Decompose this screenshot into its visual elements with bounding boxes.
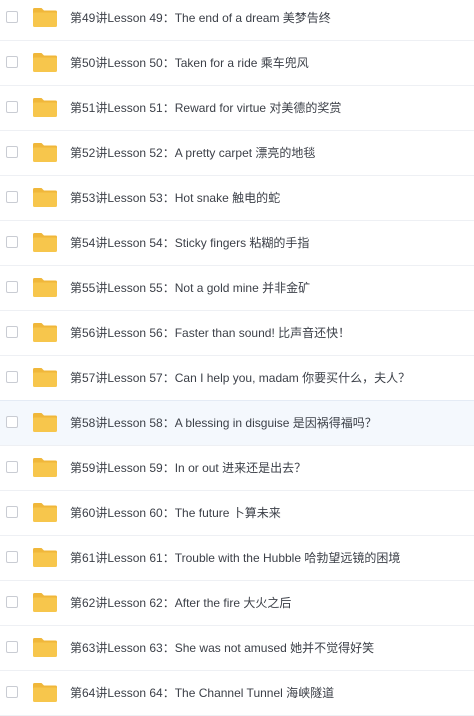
row-checkbox[interactable]: [6, 416, 18, 428]
row-checkbox[interactable]: [6, 371, 18, 383]
folder-name[interactable]: 第60讲Lesson 60：The future 卜算未来: [70, 505, 281, 521]
folder-icon[interactable]: [32, 681, 58, 703]
folder-icon[interactable]: [32, 636, 58, 658]
folder-icon[interactable]: [32, 501, 58, 523]
list-item[interactable]: 第55讲Lesson 55：Not a gold mine 并非金矿: [0, 266, 474, 311]
row-checkbox[interactable]: [6, 236, 18, 248]
folder-name[interactable]: 第50讲Lesson 50：Taken for a ride 乘车兜风: [70, 55, 309, 71]
list-item[interactable]: 第54讲Lesson 54：Sticky fingers 粘糊的手指: [0, 221, 474, 266]
folder-name[interactable]: 第62讲Lesson 62：After the fire 大火之后: [70, 595, 291, 611]
folder-name[interactable]: 第51讲Lesson 51：Reward for virtue 对美德的奖赏: [70, 100, 341, 116]
folder-icon[interactable]: [32, 546, 58, 568]
folder-name[interactable]: 第52讲Lesson 52：A pretty carpet 漂亮的地毯: [70, 145, 315, 161]
folder-icon[interactable]: [32, 411, 58, 433]
folder-name[interactable]: 第55讲Lesson 55：Not a gold mine 并非金矿: [70, 280, 310, 296]
list-item[interactable]: 第59讲Lesson 59：In or out 进来还是出去？: [0, 446, 474, 491]
folder-icon[interactable]: [32, 96, 58, 118]
folder-icon[interactable]: [32, 276, 58, 298]
list-item[interactable]: 第56讲Lesson 56：Faster than sound! 比声音还快！: [0, 311, 474, 356]
list-item[interactable]: 第50讲Lesson 50：Taken for a ride 乘车兜风: [0, 41, 474, 86]
list-item[interactable]: 第52讲Lesson 52：A pretty carpet 漂亮的地毯: [0, 131, 474, 176]
folder-icon[interactable]: [32, 321, 58, 343]
folder-name[interactable]: 第58讲Lesson 58：A blessing in disguise 是因祸…: [70, 415, 377, 431]
row-checkbox[interactable]: [6, 56, 18, 68]
folder-name[interactable]: 第53讲Lesson 53：Hot snake 触电的蛇: [70, 190, 280, 206]
folder-name[interactable]: 第59讲Lesson 59：In or out 进来还是出去？: [70, 460, 306, 476]
list-item[interactable]: 第61讲Lesson 61：Trouble with the Hubble 哈勃…: [0, 536, 474, 581]
folder-icon[interactable]: [32, 6, 58, 28]
list-item[interactable]: 第60讲Lesson 60：The future 卜算未来: [0, 491, 474, 536]
list-item[interactable]: 第51讲Lesson 51：Reward for virtue 对美德的奖赏: [0, 86, 474, 131]
folder-icon[interactable]: [32, 366, 58, 388]
row-checkbox[interactable]: [6, 641, 18, 653]
folder-name[interactable]: 第64讲Lesson 64：The Channel Tunnel 海峡隧道: [70, 685, 334, 701]
folder-name[interactable]: 第54讲Lesson 54：Sticky fingers 粘糊的手指: [70, 235, 309, 251]
folder-icon[interactable]: [32, 456, 58, 478]
list-item[interactable]: 第57讲Lesson 57：Can I help you, madam 你要买什…: [0, 356, 474, 401]
list-item[interactable]: 第64讲Lesson 64：The Channel Tunnel 海峡隧道: [0, 671, 474, 716]
file-list: 第49讲Lesson 49：The end of a dream 美梦告终 第5…: [0, 0, 474, 716]
folder-name[interactable]: 第61讲Lesson 61：Trouble with the Hubble 哈勃…: [70, 550, 400, 566]
row-checkbox[interactable]: [6, 11, 18, 23]
folder-name[interactable]: 第57讲Lesson 57：Can I help you, madam 你要买什…: [70, 370, 410, 386]
list-item[interactable]: 第62讲Lesson 62：After the fire 大火之后: [0, 581, 474, 626]
list-item[interactable]: 第63讲Lesson 63：She was not amused 她并不觉得好笑: [0, 626, 474, 671]
folder-icon[interactable]: [32, 186, 58, 208]
row-checkbox[interactable]: [6, 191, 18, 203]
row-checkbox[interactable]: [6, 551, 18, 563]
folder-name[interactable]: 第49讲Lesson 49：The end of a dream 美梦告终: [70, 10, 331, 26]
row-checkbox[interactable]: [6, 281, 18, 293]
row-checkbox[interactable]: [6, 506, 18, 518]
row-checkbox[interactable]: [6, 326, 18, 338]
folder-name[interactable]: 第63讲Lesson 63：She was not amused 她并不觉得好笑: [70, 640, 374, 656]
row-checkbox[interactable]: [6, 596, 18, 608]
folder-icon[interactable]: [32, 51, 58, 73]
row-checkbox[interactable]: [6, 461, 18, 473]
folder-name[interactable]: 第56讲Lesson 56：Faster than sound! 比声音还快！: [70, 325, 350, 341]
list-item-hovered[interactable]: 第58讲Lesson 58：A blessing in disguise 是因祸…: [0, 400, 474, 446]
folder-icon[interactable]: [32, 591, 58, 613]
list-item[interactable]: 第49讲Lesson 49：The end of a dream 美梦告终: [0, 0, 474, 41]
list-item[interactable]: 第53讲Lesson 53：Hot snake 触电的蛇: [0, 176, 474, 221]
folder-icon[interactable]: [32, 141, 58, 163]
row-checkbox[interactable]: [6, 146, 18, 158]
row-checkbox[interactable]: [6, 686, 18, 698]
folder-icon[interactable]: [32, 231, 58, 253]
row-checkbox[interactable]: [6, 101, 18, 113]
